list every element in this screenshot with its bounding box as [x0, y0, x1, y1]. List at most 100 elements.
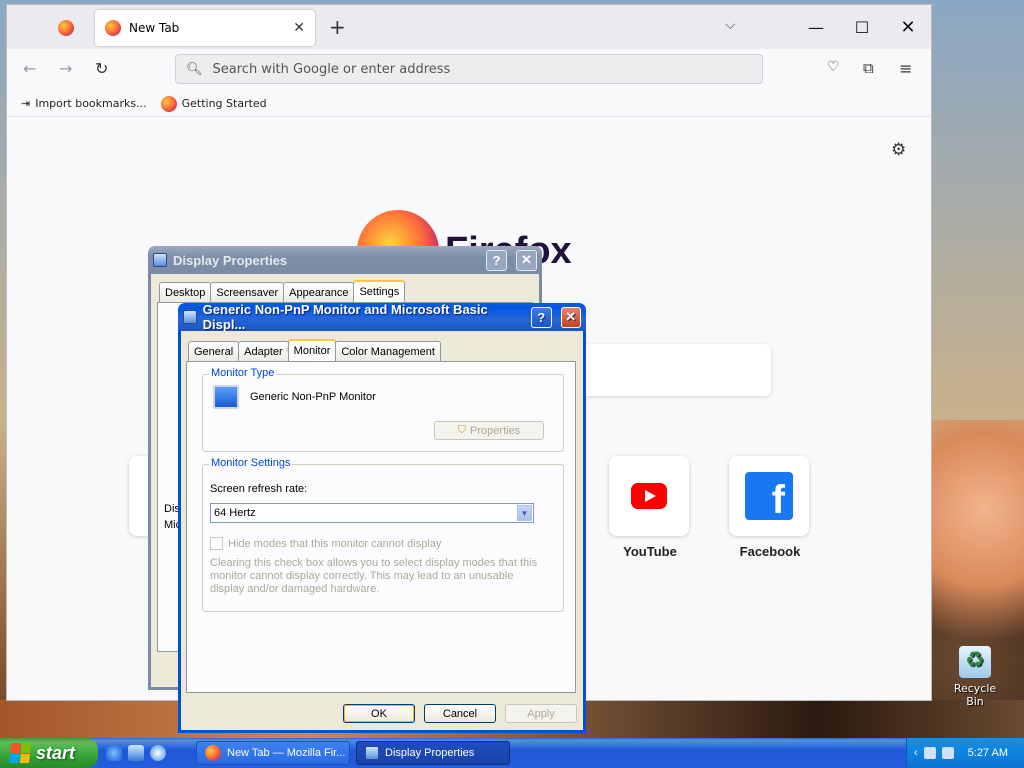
back-icon[interactable]: ← [23, 59, 36, 78]
monitor-type-legend: Monitor Type [209, 367, 277, 379]
display-icon [183, 310, 197, 324]
properties-label: Properties [470, 424, 521, 437]
cancel-button[interactable]: Cancel [424, 704, 496, 723]
tab-settings[interactable]: Settings [353, 280, 406, 302]
nav-bar: ← → ↻ 🔍︎ Search with Google or enter add… [7, 49, 931, 91]
pinned-tab[interactable] [51, 15, 81, 41]
title-bar: Display Properties ? ✕ [148, 246, 542, 274]
new-tab-button[interactable]: + [329, 15, 346, 39]
pocket-icon[interactable]: ♡ [827, 59, 840, 75]
media-player-icon[interactable] [150, 745, 166, 761]
monitor-type-group: Monitor Type Generic Non-PnP Monitor ⛉ P… [202, 367, 564, 452]
bookmark-getting-started[interactable]: Getting Started [160, 95, 267, 112]
start-button[interactable]: start [0, 738, 98, 768]
monitor-properties-dialog: Generic Non-PnP Monitor and Microsoft Ba… [178, 303, 586, 733]
tab-strip: General Adapter Monitor Color Management [188, 339, 441, 361]
tab-desktop[interactable]: Desktop [159, 282, 212, 302]
shield-icon: ⛉ [457, 424, 467, 436]
help-button[interactable]: ? [531, 306, 552, 328]
monitor-name: Generic Non-PnP Monitor [250, 391, 376, 403]
ok-button[interactable]: OK [343, 704, 415, 723]
import-icon: ⇥ [21, 97, 31, 110]
window-title: Display Properties [173, 252, 288, 268]
clock: 5:27 AM [967, 747, 1008, 759]
volume-icon[interactable] [923, 747, 936, 759]
firefox-icon [58, 20, 74, 36]
forward-icon[interactable]: → [59, 59, 72, 78]
chevron-left-icon[interactable]: ‹ [914, 747, 918, 759]
recycle-bin-desktop-icon[interactable]: Recycle Bin [944, 646, 1006, 708]
bookmarks-toolbar: ⇥ Import bookmarks... Getting Started [7, 91, 931, 117]
tab-strip: Desktop Screensaver Appearance Settings [159, 280, 406, 302]
tab-color-management[interactable]: Color Management [335, 341, 441, 361]
firefox-icon [205, 745, 221, 761]
title-bar: Generic Non-PnP Monitor and Microsoft Ba… [178, 303, 586, 332]
start-label: start [36, 742, 76, 763]
network-icon[interactable] [941, 747, 954, 759]
close-tab-icon[interactable]: ✕ [293, 20, 305, 36]
display-icon [153, 253, 167, 267]
ie-icon[interactable] [106, 745, 122, 761]
apply-button[interactable]: Apply [505, 704, 577, 723]
top-site-youtube[interactable]: YouTube [609, 456, 691, 559]
monitor-panel: Monitor Type Generic Non-PnP Monitor ⛉ P… [186, 361, 576, 693]
show-desktop-icon[interactable] [128, 745, 144, 761]
top-site-name: YouTube [623, 544, 677, 559]
minimize-button[interactable]: — [793, 5, 839, 49]
hide-modes-help: Clearing this check box allows you to se… [210, 557, 538, 595]
taskbar-item-firefox[interactable]: New Tab — Mozilla Fir... [196, 741, 350, 765]
system-tray: ‹ 5:27 AM [906, 738, 1024, 768]
reload-icon[interactable]: ↻ [95, 59, 108, 78]
taskbar-item-display-properties[interactable]: Display Properties [356, 741, 510, 765]
maximize-button[interactable]: ☐ [839, 5, 885, 49]
help-button[interactable]: ? [486, 249, 507, 271]
tab-appearance[interactable]: Appearance [283, 282, 355, 302]
window-title: Generic Non-PnP Monitor and Microsoft Ba… [202, 303, 488, 332]
monitor-settings-legend: Monitor Settings [209, 457, 293, 469]
youtube-icon [631, 483, 667, 509]
tab-screensaver[interactable]: Screensaver [210, 282, 285, 302]
windows-flag-icon [8, 743, 32, 763]
tab-monitor[interactable]: Monitor [287, 339, 337, 361]
bookmark-import[interactable]: ⇥ Import bookmarks... [21, 97, 147, 110]
task-label: Display Properties [385, 747, 475, 759]
tab-new-tab[interactable]: New Tab ✕ [95, 10, 315, 46]
tab-bar: New Tab ✕ + ⌵ — ☐ ✕ [7, 5, 931, 49]
task-label: New Tab — Mozilla Fir... [227, 747, 346, 759]
gear-icon[interactable]: ⚙ [891, 140, 906, 160]
search-icon: 🔍︎ [186, 61, 203, 77]
refresh-rate-value: 64 Hertz [214, 507, 256, 519]
firefox-icon [105, 20, 121, 36]
taskbar: start New Tab — Mozilla Fir... Display P… [0, 738, 1024, 768]
url-placeholder: Search with Google or enter address [212, 61, 451, 77]
tab-general[interactable]: General [188, 341, 240, 361]
refresh-rate-select[interactable]: 64 Hertz ▼ [210, 503, 534, 523]
monitor-settings-group: Monitor Settings Screen refresh rate: 64… [202, 457, 564, 612]
facebook-icon: f [745, 472, 793, 520]
monitor-icon [213, 385, 239, 409]
bookmark-label: Import bookmarks... [35, 97, 147, 110]
recycle-bin-label: Recycle Bin [953, 682, 997, 708]
menu-icon[interactable]: ≡ [899, 59, 912, 78]
properties-button[interactable]: ⛉ Properties [434, 421, 544, 440]
hide-modes-checkbox[interactable]: Hide modes that this monitor cannot disp… [210, 537, 441, 550]
firefox-icon [160, 95, 177, 112]
tab-title: New Tab [129, 21, 180, 35]
top-site-facebook[interactable]: f Facebook [729, 456, 811, 559]
checkbox-box[interactable] [210, 537, 223, 550]
list-all-tabs-icon[interactable]: ⌵ [725, 17, 736, 33]
close-button[interactable]: ✕ [560, 306, 581, 328]
close-window-button[interactable]: ✕ [885, 5, 931, 49]
recycle-bin-icon [959, 646, 991, 678]
dialog-body: General Adapter Monitor Color Management… [178, 331, 586, 733]
chevron-down-icon[interactable]: ▼ [517, 505, 532, 521]
hide-modes-label: Hide modes that this monitor cannot disp… [228, 537, 442, 550]
display-icon [365, 746, 379, 760]
bookmark-label: Getting Started [181, 97, 267, 110]
close-button[interactable]: ✕ [516, 249, 537, 271]
refresh-rate-label: Screen refresh rate: [210, 483, 308, 495]
tab-adapter[interactable]: Adapter [238, 341, 289, 361]
url-bar[interactable]: 🔍︎ Search with Google or enter address [175, 54, 763, 84]
extensions-icon[interactable]: ⧉ [863, 59, 874, 77]
top-site-name: Facebook [739, 544, 801, 559]
